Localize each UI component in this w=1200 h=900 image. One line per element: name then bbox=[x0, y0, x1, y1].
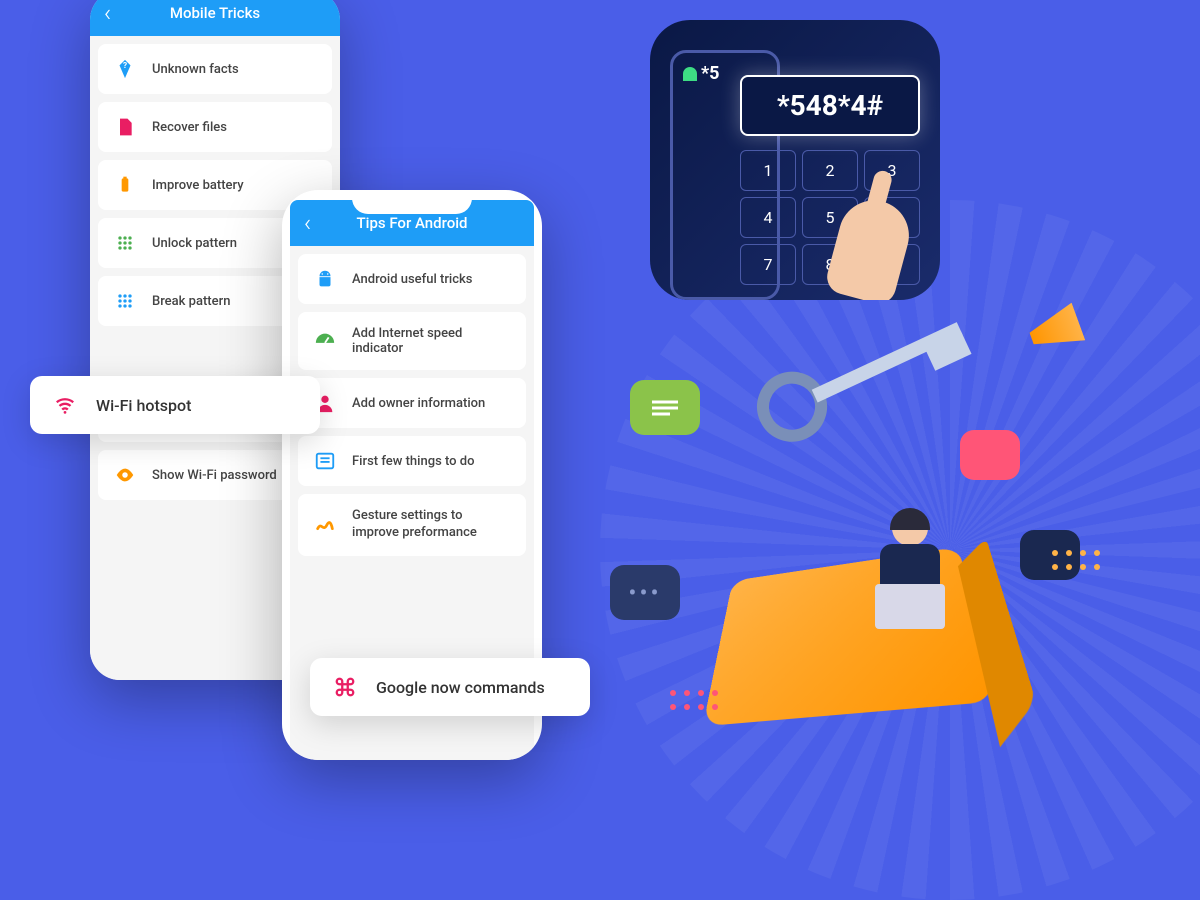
list-item[interactable]: ? Unknown facts bbox=[98, 44, 332, 94]
item-label: Add Internet speed indicator bbox=[352, 326, 510, 356]
android-icon bbox=[314, 268, 336, 290]
list-item[interactable]: Recover files bbox=[98, 102, 332, 152]
item-label: Unlock pattern bbox=[152, 236, 237, 251]
popout-google-commands[interactable]: Google now commands bbox=[310, 658, 590, 716]
item-label: Break pattern bbox=[152, 294, 230, 309]
key-icon bbox=[746, 297, 975, 453]
back-icon[interactable]: ‹ bbox=[104, 0, 111, 27]
keypad-key[interactable]: 4 bbox=[740, 197, 796, 238]
item-label: Unknown facts bbox=[152, 62, 239, 77]
item-label: Improve battery bbox=[152, 178, 244, 193]
diamond-icon: ? bbox=[114, 58, 136, 80]
list-icon bbox=[314, 450, 336, 472]
wifi-icon bbox=[54, 394, 76, 416]
item-label: Show Wi-Fi password bbox=[152, 468, 277, 483]
person-illustration bbox=[860, 510, 960, 660]
item-label: First few things to do bbox=[352, 454, 474, 469]
popout-label: Google now commands bbox=[376, 678, 545, 697]
item-label: Gesture settings to improve preformance bbox=[352, 508, 510, 542]
svg-text:?: ? bbox=[123, 61, 127, 71]
header-mobile-tricks: ‹ Mobile Tricks bbox=[90, 0, 340, 36]
file-icon bbox=[114, 116, 136, 138]
list-item[interactable]: Add owner information bbox=[298, 378, 526, 428]
list-item[interactable]: Gesture settings to improve preformance bbox=[298, 494, 526, 556]
popout-label: Wi-Fi hotspot bbox=[96, 396, 191, 415]
app-icon-secret-codes: *5 *548*4# 1 2 3 4 5 6 7 8 9 bbox=[650, 20, 940, 300]
grid-icon bbox=[114, 232, 136, 254]
battery-icon bbox=[114, 174, 136, 196]
android-icon bbox=[683, 67, 697, 81]
keypad-key[interactable]: 1 bbox=[740, 150, 796, 191]
popout-wifi-hotspot[interactable]: Wi-Fi hotspot bbox=[30, 376, 320, 434]
gesture-icon bbox=[314, 514, 336, 536]
dots-decoration bbox=[670, 690, 718, 710]
code-display: *548*4# bbox=[740, 75, 920, 136]
gauge-icon bbox=[314, 330, 336, 352]
speech-bubble-icon: ••• bbox=[610, 565, 680, 620]
back-icon[interactable]: ‹ bbox=[304, 209, 311, 237]
security-illustration: ••• bbox=[570, 300, 1120, 750]
command-icon bbox=[334, 676, 356, 698]
grid-icon bbox=[114, 290, 136, 312]
speech-bubble-icon bbox=[630, 380, 700, 435]
item-label: Android useful tricks bbox=[352, 272, 473, 287]
item-label: Recover files bbox=[152, 120, 227, 135]
keypad-key[interactable]: 7 bbox=[740, 244, 796, 285]
page-title: Tips For Android bbox=[304, 214, 520, 232]
list-item[interactable]: First few things to do bbox=[298, 436, 526, 486]
megaphone-icon bbox=[1030, 310, 1100, 380]
speech-bubble-icon bbox=[960, 430, 1020, 480]
item-label: Add owner information bbox=[352, 396, 485, 411]
phone-notch bbox=[352, 190, 472, 214]
page-title: Mobile Tricks bbox=[104, 4, 326, 22]
eye-icon bbox=[114, 464, 136, 486]
dots-decoration bbox=[1052, 550, 1100, 570]
keypad-key[interactable]: 2 bbox=[802, 150, 858, 191]
list-item[interactable]: Android useful tricks bbox=[298, 254, 526, 304]
list-item[interactable]: Add Internet speed indicator bbox=[298, 312, 526, 370]
